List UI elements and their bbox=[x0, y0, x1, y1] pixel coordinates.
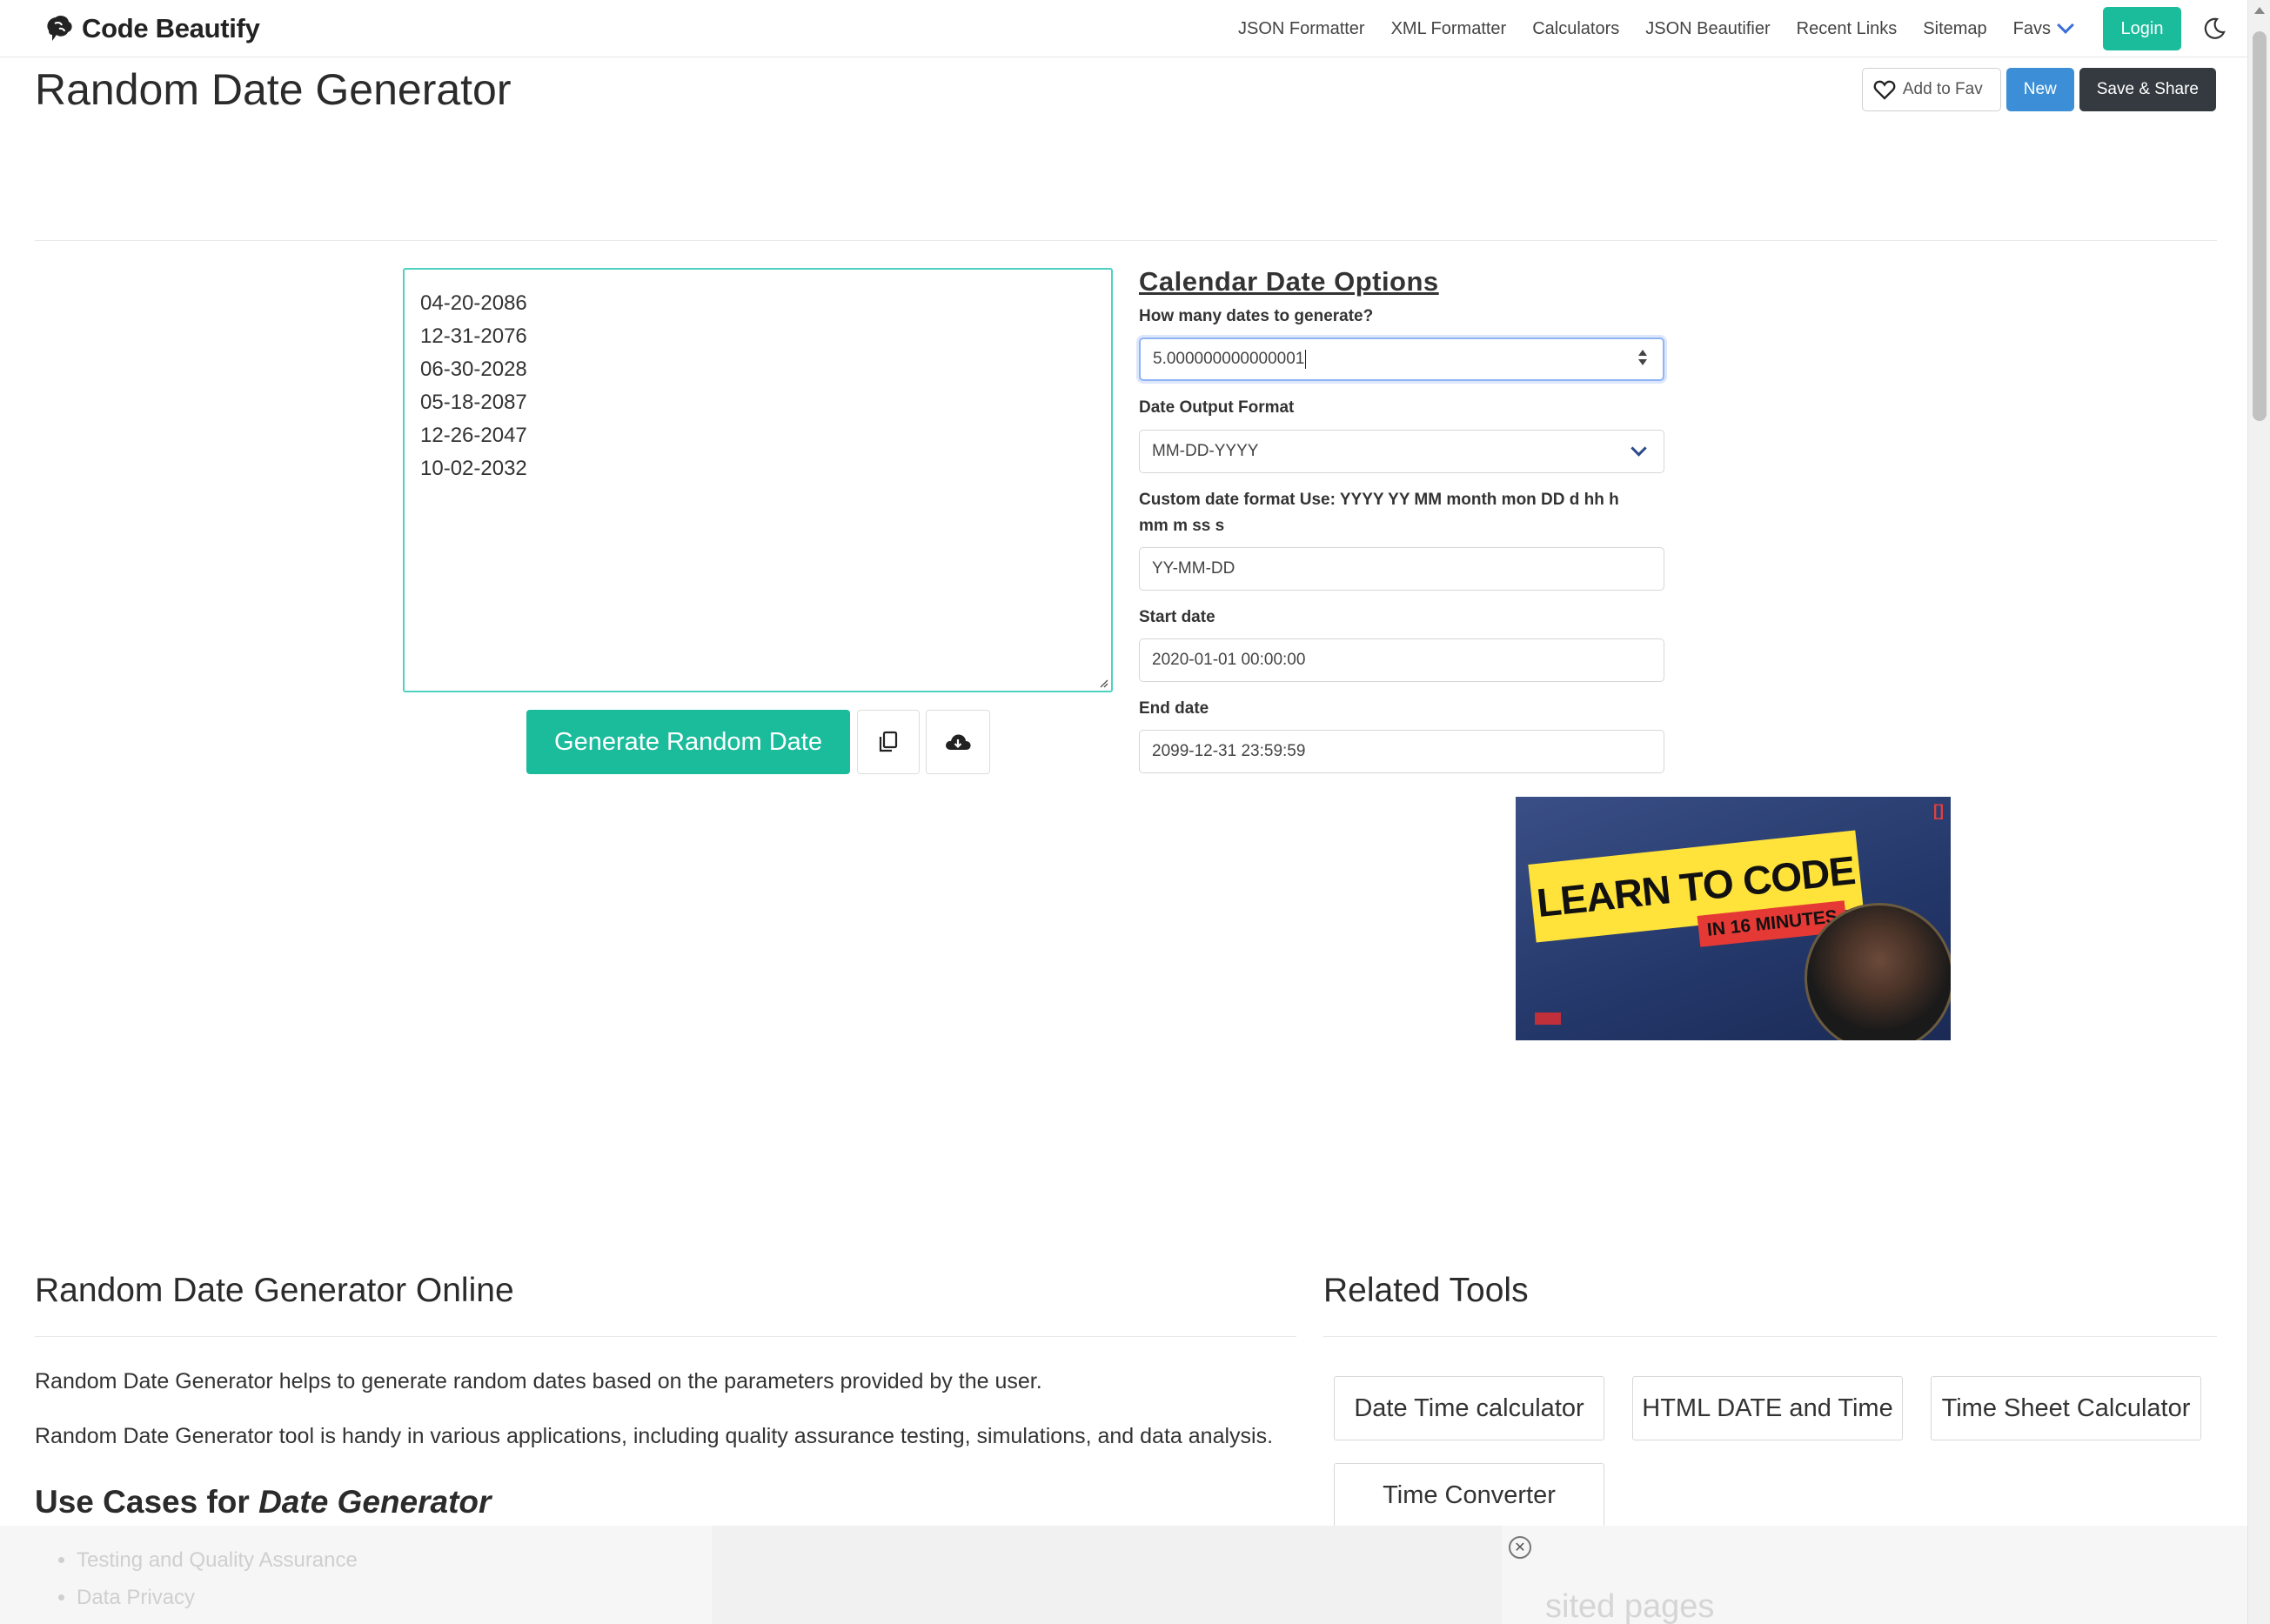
brand-name: Code Beautify bbox=[82, 13, 260, 43]
copy-button[interactable] bbox=[857, 710, 920, 774]
copy-icon bbox=[879, 731, 898, 752]
output-line: 12-26-2047 bbox=[420, 424, 527, 447]
nav-links: JSON Formatter XML Formatter Calculators… bbox=[1212, 0, 2181, 57]
end-date-value: 2099-12-31 23:59:59 bbox=[1152, 742, 1306, 760]
page-scrollbar[interactable] bbox=[2247, 0, 2270, 1624]
start-date-input[interactable]: 2020-01-01 00:00:00 bbox=[1139, 638, 1664, 682]
output-line: 05-18-2087 bbox=[420, 391, 527, 414]
video-advert[interactable]: LEARN TO CODE IN 16 MINUTES [] bbox=[1516, 797, 1951, 1040]
use-cases-title: Use Cases for Date Generator bbox=[35, 1484, 491, 1520]
date-count-value: 5.000000000000001 bbox=[1153, 350, 1305, 368]
close-circle-icon[interactable]: ✕ bbox=[1509, 1536, 1531, 1559]
use-cases-emphasis: Date Generator bbox=[258, 1484, 492, 1520]
list-item: Data Privacy bbox=[77, 1579, 358, 1616]
custom-format-value: YY-MM-DD bbox=[1152, 559, 1235, 578]
output-line: 06-30-2028 bbox=[420, 358, 527, 381]
chevron-down-icon bbox=[1631, 440, 1647, 457]
end-date-label: End date bbox=[1139, 699, 1209, 718]
end-date-input[interactable]: 2099-12-31 23:59:59 bbox=[1139, 730, 1664, 773]
add-to-fav-button[interactable]: Add to Fav bbox=[1861, 68, 2001, 111]
scroll-up-arrow-icon[interactable] bbox=[2254, 7, 2265, 14]
cloud-download-icon bbox=[946, 734, 971, 750]
options-heading: Calendar Date Options bbox=[1139, 266, 1439, 297]
save-share-button[interactable]: Save & Share bbox=[2079, 68, 2216, 111]
resize-grip-icon[interactable] bbox=[1098, 678, 1108, 688]
nav-favs-label: Favs bbox=[2012, 18, 2051, 38]
divider bbox=[35, 240, 2217, 241]
title-actions: Add to Fav New Save & Share bbox=[1861, 68, 2216, 111]
start-date-value: 2020-01-01 00:00:00 bbox=[1152, 651, 1306, 669]
video-corner-mark: [] bbox=[1933, 802, 1944, 819]
brand-link[interactable]: Code Beautify bbox=[42, 9, 260, 49]
video-channel-logo bbox=[1535, 1012, 1561, 1025]
output-textarea[interactable]: 04-20-2086 12-31-2076 06-30-2028 05-18-2… bbox=[403, 268, 1113, 692]
divider bbox=[35, 1336, 1296, 1337]
number-spinner[interactable] bbox=[1638, 350, 1649, 365]
count-label: How many dates to generate? bbox=[1139, 307, 1374, 325]
text-cursor bbox=[1305, 350, 1307, 369]
output-line: 04-20-2086 bbox=[420, 291, 527, 315]
description-paragraph: Random Date Generator tool is handy in v… bbox=[35, 1424, 1274, 1448]
custom-format-label-line1: Custom date format Use: YYYY YY MM month… bbox=[1139, 491, 1619, 509]
page-title: Random Date Generator bbox=[35, 65, 512, 114]
date-format-select[interactable]: MM-DD-YYYY bbox=[1139, 430, 1664, 473]
description-paragraph: Random Date Generator helps to generate … bbox=[35, 1369, 1042, 1393]
output-line: 10-02-2032 bbox=[420, 457, 527, 480]
presenter-avatar bbox=[1805, 903, 1951, 1040]
date-format-value: MM-DD-YYYY bbox=[1152, 442, 1259, 460]
generate-random-date-button[interactable]: Generate Random Date bbox=[526, 710, 850, 774]
custom-format-label: Custom date format Use: YYYY YY MM month… bbox=[1139, 487, 1619, 539]
spin-down-icon[interactable] bbox=[1638, 359, 1647, 365]
download-button[interactable] bbox=[926, 710, 990, 774]
list-item: Testing and Quality Assurance bbox=[77, 1541, 358, 1579]
visited-pages-heading: sited pages bbox=[1545, 1588, 1715, 1624]
online-section-title: Random Date Generator Online bbox=[35, 1272, 514, 1309]
use-cases-list: Testing and Quality Assurance Data Priva… bbox=[54, 1541, 358, 1616]
tool-link-time-converter[interactable]: Time Converter bbox=[1334, 1463, 1604, 1527]
tool-link-date-time-calculator[interactable]: Date Time calculator bbox=[1334, 1376, 1604, 1440]
format-label: Date Output Format bbox=[1139, 398, 1295, 417]
nav-sitemap[interactable]: Sitemap bbox=[1923, 19, 1986, 39]
heart-icon bbox=[1873, 80, 1896, 100]
related-tools-title: Related Tools bbox=[1323, 1272, 1529, 1309]
custom-format-input[interactable]: YY-MM-DD bbox=[1139, 547, 1664, 591]
add-to-fav-label: Add to Fav bbox=[1902, 80, 1983, 98]
nav-calculators[interactable]: Calculators bbox=[1532, 19, 1619, 39]
ad-slot[interactable] bbox=[712, 1526, 1502, 1624]
nav-json-beautifier[interactable]: JSON Beautifier bbox=[1645, 19, 1770, 39]
top-navbar: Code Beautify JSON Formatter XML Formatt… bbox=[0, 0, 2247, 57]
date-count-input[interactable]: 5.000000000000001 bbox=[1139, 337, 1664, 381]
nav-json-formatter[interactable]: JSON Formatter bbox=[1238, 19, 1365, 39]
moon-icon[interactable] bbox=[2202, 17, 2226, 41]
use-cases-prefix: Use Cases for bbox=[35, 1484, 259, 1520]
divider bbox=[1323, 1336, 2217, 1337]
nav-xml-formatter[interactable]: XML Formatter bbox=[1391, 19, 1507, 39]
new-button[interactable]: New bbox=[2006, 68, 2074, 111]
start-date-label: Start date bbox=[1139, 608, 1215, 626]
brain-logo-icon bbox=[47, 15, 72, 41]
tool-link-time-sheet-calculator[interactable]: Time Sheet Calculator bbox=[1931, 1376, 2201, 1440]
scroll-thumb[interactable] bbox=[2253, 31, 2267, 421]
tool-link-html-date-time[interactable]: HTML DATE and Time bbox=[1632, 1376, 1903, 1440]
custom-format-label-line2: mm m ss s bbox=[1139, 517, 1225, 535]
output-line: 12-31-2076 bbox=[420, 324, 527, 348]
spin-up-icon[interactable] bbox=[1638, 350, 1647, 356]
nav-recent-links[interactable]: Recent Links bbox=[1797, 19, 1898, 39]
login-button[interactable]: Login bbox=[2103, 7, 2181, 50]
chevron-down-icon bbox=[2057, 17, 2074, 34]
nav-favs-dropdown[interactable]: Favs bbox=[2012, 17, 2074, 39]
